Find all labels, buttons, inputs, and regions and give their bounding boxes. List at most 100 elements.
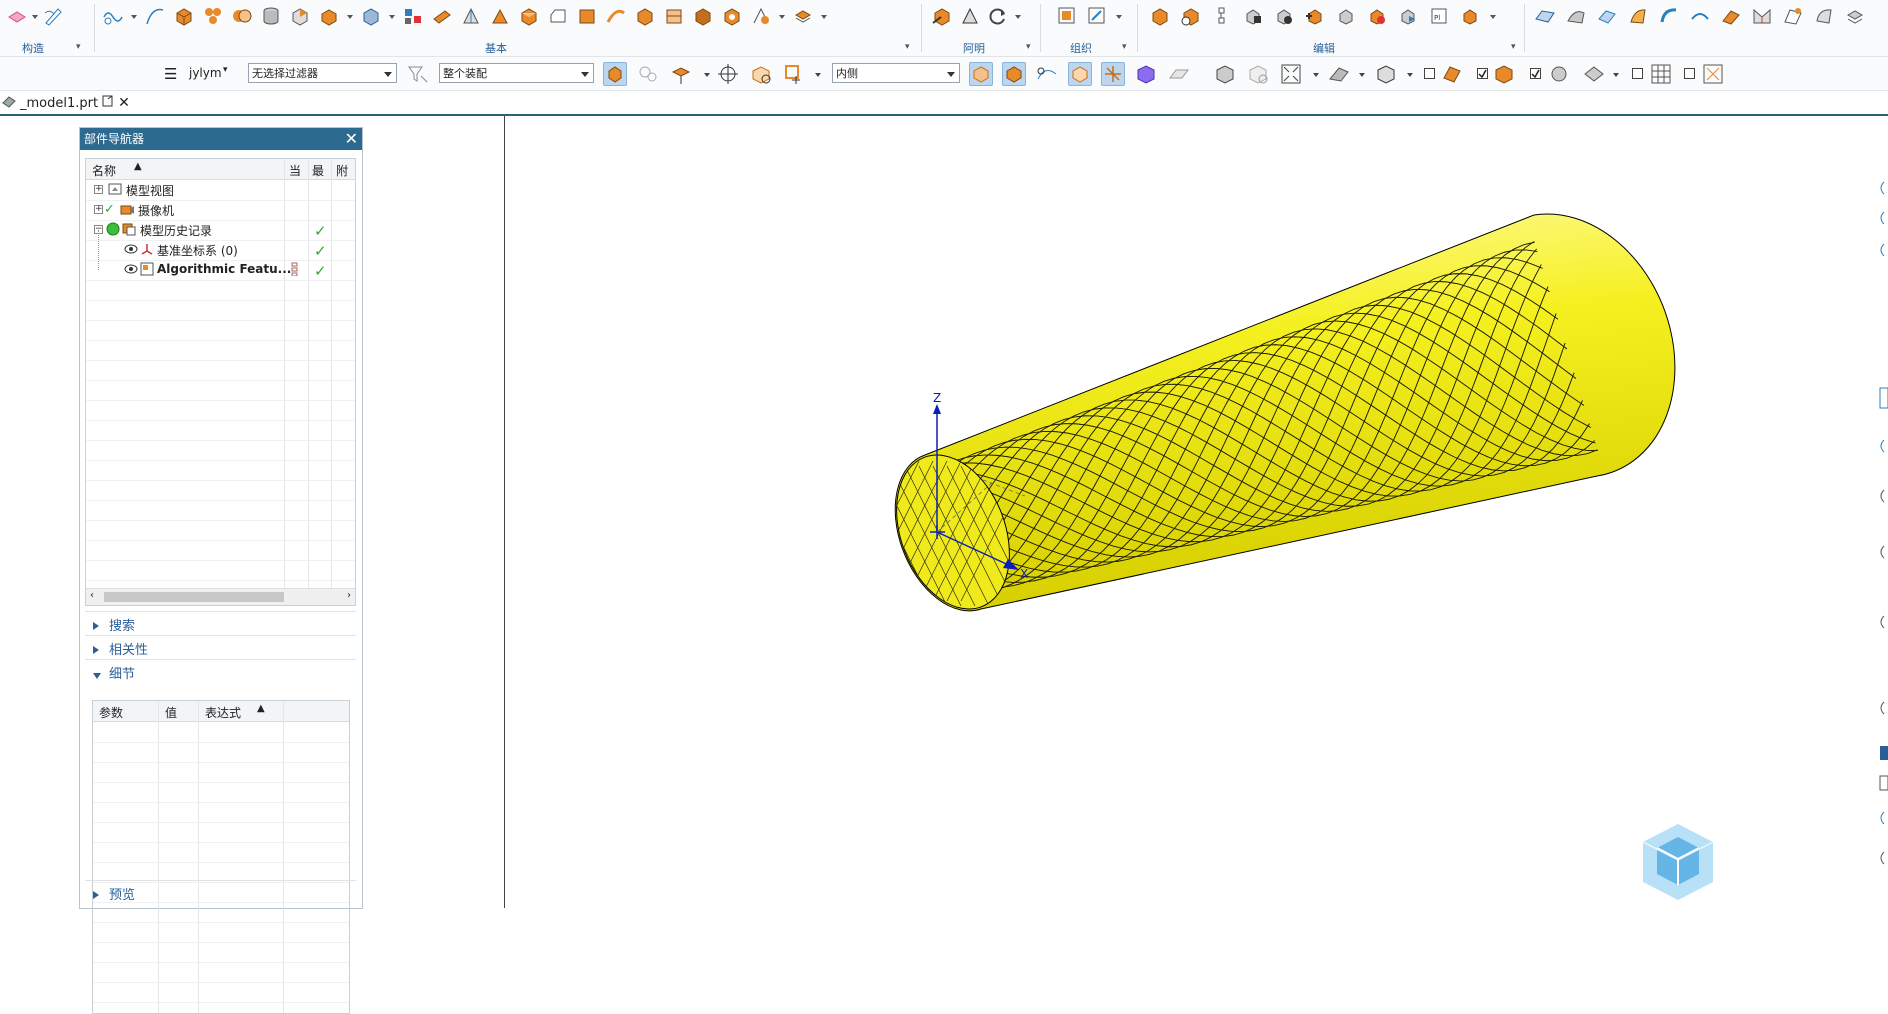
column-header-latest[interactable]: 最 [312,162,324,179]
hole-icon[interactable] [360,5,382,27]
make-current-icon[interactable] [1366,5,1388,27]
selection-filter-select[interactable]: 无选择过滤器 [248,63,397,83]
eye-icon[interactable] [124,242,138,256]
scrollbar-thumb[interactable] [104,592,284,602]
dropdown-icon[interactable] [1015,5,1021,27]
curve-trace-icon[interactable] [1035,62,1059,86]
sketch-plane-icon[interactable] [6,5,28,27]
dropdown-icon[interactable] [131,5,137,27]
visibility-checkbox-2[interactable] [1477,68,1488,79]
pattern-icon[interactable] [202,5,224,27]
offset-face-icon[interactable] [518,5,540,27]
boolean-icon[interactable] [231,5,253,27]
static-wireframe-icon[interactable] [1068,62,1092,86]
view-cube-icon[interactable] [1642,824,1714,900]
section-search[interactable]: 搜索 [85,611,356,634]
dropdown-icon[interactable] [347,5,353,27]
wireframe-cube-icon[interactable] [1374,62,1398,86]
surface-grid-icon[interactable] [1534,5,1556,27]
chevron-down-icon[interactable] [1407,73,1413,77]
unite-icon[interactable] [692,5,714,27]
extrude-icon[interactable] [173,5,195,27]
block-icon[interactable] [576,5,598,27]
settings-cube-icon[interactable] [1246,62,1270,86]
feature-order-icon[interactable] [1211,5,1233,27]
section-preview[interactable]: 预览 [85,880,356,903]
dropdown-icon[interactable] [389,5,395,27]
layer-icon[interactable] [1056,5,1078,27]
chevron-down-icon[interactable] [1313,73,1319,77]
visibility-checkbox-1[interactable] [1424,68,1435,79]
snap-intersection-icon[interactable] [1101,62,1125,86]
chamfer-icon[interactable] [547,5,569,27]
column-header-current[interactable]: 当 [289,162,301,179]
user-menu[interactable]: jylym [189,66,222,80]
document-tab[interactable]: _model1.prt ✕ [0,92,136,114]
group-expand-icon[interactable]: ▾ [1026,42,1031,52]
offset-surface-icon[interactable] [1689,5,1711,27]
thicken-icon[interactable] [1844,5,1866,27]
column-header-parameter[interactable]: 参数 [99,704,123,721]
scroll-right-icon[interactable]: › [347,590,351,601]
column-header-expression[interactable]: 表达式 [205,704,241,721]
column-header-name[interactable]: 名称 [92,162,116,179]
sweep-icon[interactable] [605,5,627,27]
section-details[interactable]: 细节 [85,659,356,682]
hidden-faces-icon[interactable] [1167,62,1191,86]
playback-icon[interactable] [1397,5,1419,27]
extend-sheet-icon[interactable] [1751,5,1773,27]
tree-row[interactable]: + 模型视图 [86,180,355,201]
section-dependencies[interactable]: 相关性 [85,635,356,658]
more-features-icon[interactable] [792,5,814,27]
filter-icon[interactable] [406,62,430,86]
delete-feature-icon[interactable] [1335,5,1357,27]
trim-body-icon[interactable] [634,5,656,27]
snap-grid-icon[interactable] [1701,62,1725,86]
spline-icon[interactable] [144,5,166,27]
trim-sheet-icon[interactable] [1720,5,1742,27]
chevron-down-icon[interactable] [1613,73,1619,77]
edit-position-icon[interactable] [1180,5,1202,27]
fit-icon[interactable] [1279,62,1303,86]
book-icon[interactable] [431,5,453,27]
update-icon[interactable] [1459,5,1481,27]
visibility-checkbox-4[interactable] [1632,68,1643,79]
draft-icon[interactable] [460,5,482,27]
dropdown-icon[interactable] [779,5,785,27]
tree-row[interactable]: Algorithmic Featu... ✓ [86,260,355,281]
ruled-surface-icon[interactable] [1596,5,1618,27]
dropdown-icon[interactable] [1490,5,1496,27]
edit-parameters-icon[interactable] [1149,5,1171,27]
expand-icon[interactable]: + [94,205,103,214]
select-features-icon[interactable] [603,62,627,86]
visibility-checkbox-5[interactable] [1684,68,1695,79]
refresh-icon[interactable] [987,5,1009,27]
tree-row[interactable]: − 模型历史记录 ✓ [86,220,355,241]
tree-row[interactable]: 基准坐标系 (0) ✓ [86,230,355,270]
chevron-down-icon[interactable] [1359,73,1365,77]
tree-row[interactable]: + ✓ 摄像机 [86,200,355,221]
studio-surface-icon[interactable] [1627,5,1649,27]
column-header-value[interactable]: 值 [165,704,177,721]
scope-select[interactable]: 整个装配 [439,63,594,83]
close-tab-icon[interactable]: ✕ [118,95,130,111]
scroll-left-icon[interactable]: ‹ [90,590,94,601]
patch-icon[interactable] [1813,5,1835,27]
snap-quadrant-icon[interactable] [782,62,806,86]
sort-ascending-icon[interactable]: ▲ [257,703,265,714]
move-to-layer-icon[interactable] [1086,5,1108,27]
eye-icon[interactable] [124,262,138,276]
expand-icon[interactable]: + [94,185,103,194]
sketch-pencil-icon[interactable] [42,5,64,27]
measure-icon[interactable] [959,5,981,27]
visibility-checkbox-3[interactable] [1530,68,1541,79]
curve-network-icon[interactable] [102,5,124,27]
select-component-icon[interactable] [669,62,693,86]
horizontal-scrollbar[interactable]: ‹ › [86,588,355,605]
select-inactive-icon[interactable] [636,62,660,86]
purple-cube-icon[interactable] [1134,62,1158,86]
assembly-icon[interactable] [402,5,424,27]
move-face-icon[interactable] [750,5,772,27]
group-expand-icon[interactable]: ▾ [1511,42,1516,52]
column-header-attached[interactable]: 附 [336,162,348,179]
